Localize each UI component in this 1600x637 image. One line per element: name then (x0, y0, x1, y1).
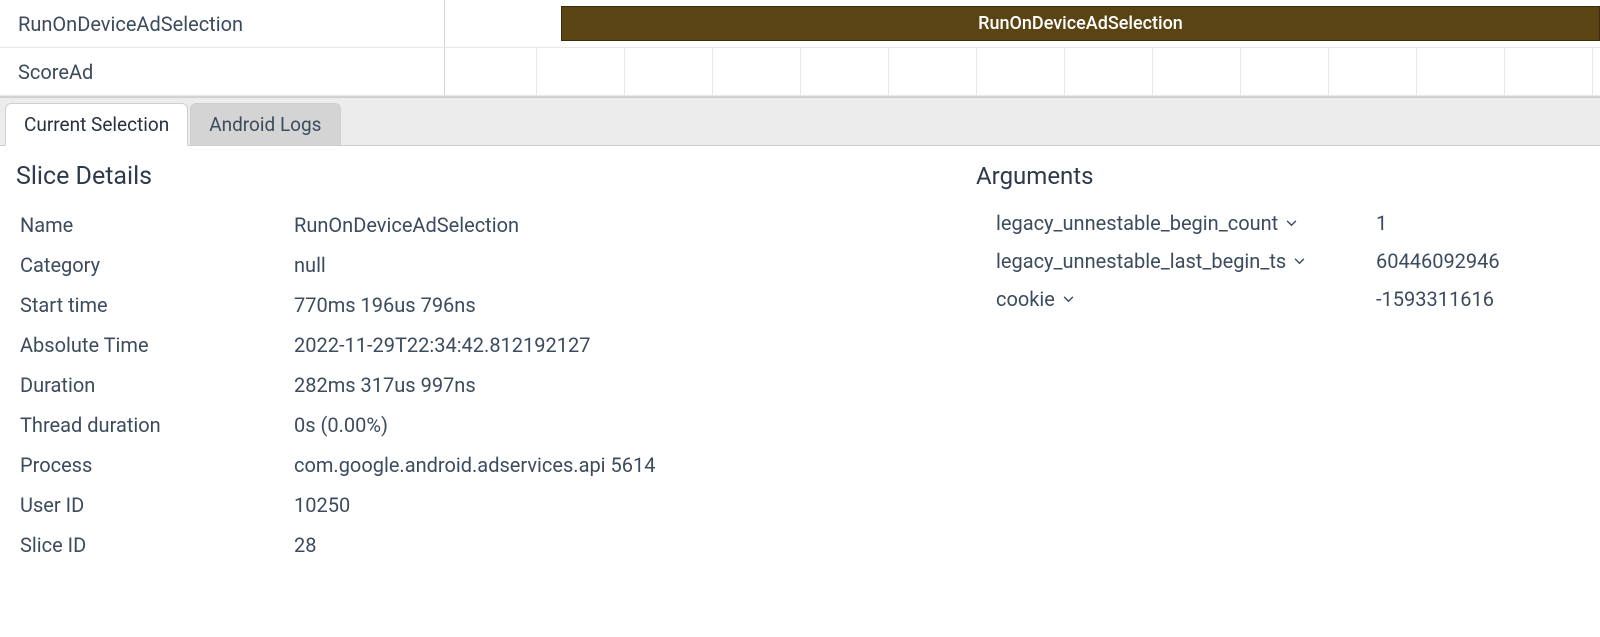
argument-key[interactable]: legacy_unnestable_begin_count (976, 211, 1376, 235)
detail-key: Name (16, 213, 294, 237)
detail-row: User ID 10250 (16, 485, 976, 525)
timeline-cell (625, 48, 713, 95)
track-row: ScoreAd (0, 48, 1600, 96)
detail-value: com.google.android.adservices.api 5614 (294, 453, 976, 477)
argument-row: cookie -1593311616 (976, 280, 1588, 318)
chevron-down-icon[interactable] (1063, 296, 1074, 303)
detail-row: Slice ID 28 (16, 525, 976, 565)
timeline-cell (1065, 48, 1153, 95)
chevron-down-icon[interactable] (1294, 258, 1305, 265)
slice-details-column: Slice Details Name RunOnDeviceAdSelectio… (16, 162, 976, 565)
argument-key-text: cookie (996, 287, 1055, 311)
track-label[interactable]: RunOnDeviceAdSelection (0, 0, 445, 47)
argument-value: 60446092946 (1376, 249, 1588, 273)
detail-key: Duration (16, 373, 294, 397)
track-row: RunOnDeviceAdSelection RunOnDeviceAdSele… (0, 0, 1600, 48)
detail-value: 28 (294, 533, 976, 557)
argument-key[interactable]: cookie (976, 287, 1376, 311)
detail-value: 10250 (294, 493, 976, 517)
detail-key: Absolute Time (16, 333, 294, 357)
track-label[interactable]: ScoreAd (0, 48, 445, 95)
argument-value: -1593311616 (1376, 287, 1588, 311)
timeline-cell (889, 48, 977, 95)
detail-value: 282ms 317us 997ns (294, 373, 976, 397)
detail-row: Process com.google.android.adservices.ap… (16, 445, 976, 485)
detail-value: RunOnDeviceAdSelection (294, 213, 976, 237)
argument-key-text: legacy_unnestable_last_begin_ts (996, 249, 1286, 273)
timeline-cell (1153, 48, 1241, 95)
tab-current-selection[interactable]: Current Selection (5, 103, 188, 146)
tabs-bar: Current Selection Android Logs (0, 97, 1600, 146)
timeline-cell (713, 48, 801, 95)
timeline-cell (1505, 48, 1593, 95)
detail-key: Thread duration (16, 413, 294, 437)
argument-row: legacy_unnestable_begin_count 1 (976, 204, 1588, 242)
timeline-cell (1417, 48, 1505, 95)
detail-row: Absolute Time 2022-11-29T22:34:42.812192… (16, 325, 976, 365)
argument-value: 1 (1376, 211, 1588, 235)
trace-slice[interactable]: RunOnDeviceAdSelection (561, 6, 1600, 41)
detail-key: User ID (16, 493, 294, 517)
detail-row: Thread duration 0s (0.00%) (16, 405, 976, 445)
detail-value: 2022-11-29T22:34:42.812192127 (294, 333, 976, 357)
detail-value: 770ms 196us 796ns (294, 293, 976, 317)
argument-key[interactable]: legacy_unnestable_last_begin_ts (976, 249, 1376, 273)
timeline-cell (977, 48, 1065, 95)
detail-value: null (294, 253, 976, 277)
detail-row: Category null (16, 245, 976, 285)
argument-key-text: legacy_unnestable_begin_count (996, 211, 1278, 235)
timeline-cell (537, 48, 625, 95)
argument-row: legacy_unnestable_last_begin_ts 60446092… (976, 242, 1588, 280)
arguments-column: Arguments legacy_unnestable_begin_count … (976, 162, 1588, 565)
timeline-cell (1329, 48, 1417, 95)
detail-value: 0s (0.00%) (294, 413, 976, 437)
slice-details-heading: Slice Details (16, 162, 976, 191)
detail-key: Category (16, 253, 294, 277)
detail-row: Start time 770ms 196us 796ns (16, 285, 976, 325)
timeline-cell (801, 48, 889, 95)
track-timeline[interactable]: RunOnDeviceAdSelection (445, 0, 1600, 47)
tab-android-logs[interactable]: Android Logs (190, 103, 340, 145)
details-panel: Slice Details Name RunOnDeviceAdSelectio… (0, 146, 1600, 565)
detail-key: Start time (16, 293, 294, 317)
detail-key: Process (16, 453, 294, 477)
chevron-down-icon[interactable] (1286, 220, 1297, 227)
timeline-cell (445, 48, 537, 95)
detail-row: Duration 282ms 317us 997ns (16, 365, 976, 405)
trace-track-area: RunOnDeviceAdSelection RunOnDeviceAdSele… (0, 0, 1600, 97)
track-timeline[interactable] (445, 48, 1600, 95)
arguments-heading: Arguments (976, 162, 1588, 190)
timeline-cell (1241, 48, 1329, 95)
detail-row: Name RunOnDeviceAdSelection (16, 205, 976, 245)
detail-key: Slice ID (16, 533, 294, 557)
